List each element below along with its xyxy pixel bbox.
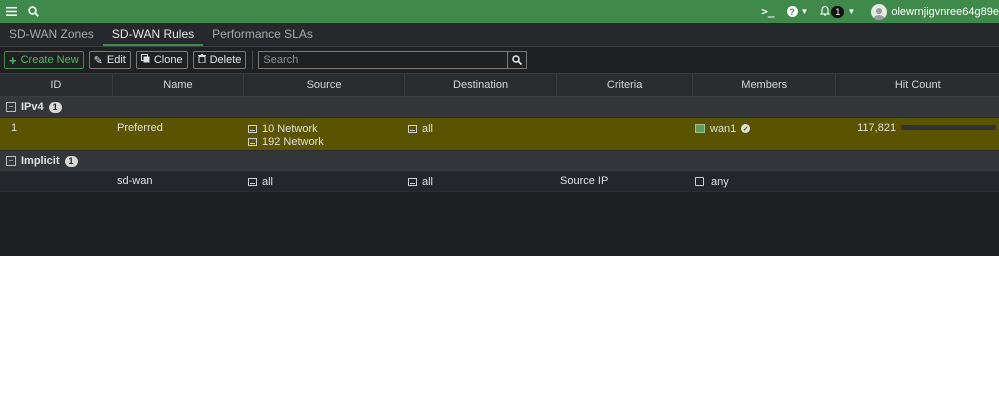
delete-button[interactable]: Delete (192, 51, 247, 69)
address-icon (408, 177, 417, 186)
edit-button[interactable]: ✎ Edit (88, 51, 131, 69)
rule-id (0, 172, 112, 191)
hit-count-container: 117,821 (838, 122, 996, 134)
group-count-badge: 1 (64, 155, 78, 167)
member-label: wan1 (710, 122, 737, 135)
check-circle-icon: ✓ (741, 124, 751, 133)
group-label: IPv4 (21, 101, 44, 113)
group-header-ipv4[interactable]: − IPv4 1 (0, 97, 999, 118)
rule-destination: all (403, 172, 555, 191)
rule-criteria: Source IP (560, 175, 609, 187)
checkbox-icon (695, 177, 704, 186)
create-new-label: Create New (20, 54, 79, 66)
interface-icon (695, 124, 705, 133)
clone-button[interactable]: Clone (135, 51, 188, 69)
source-address: all (248, 175, 403, 188)
hit-count-bar-fill (901, 125, 996, 130)
group-count-badge: 1 (48, 101, 62, 113)
column-header-name[interactable]: Name (113, 74, 245, 96)
column-header-criteria[interactable]: Criteria (557, 74, 693, 96)
sdwan-app: >_ ? ▼ 1 ▼ olewrnjigvnree64g89e SD-WAN Z… (0, 0, 999, 256)
collapse-icon[interactable]: − (6, 102, 16, 112)
address-icon (248, 137, 257, 146)
delete-label: Delete (209, 54, 242, 66)
tab-performance-slas[interactable]: Performance SLAs (203, 24, 322, 46)
chevron-down-icon: ▼ (847, 7, 856, 16)
address-icon (248, 124, 257, 133)
pencil-icon: ✎ (93, 54, 103, 67)
destination-address-label: all (422, 122, 434, 135)
column-header-id[interactable]: ID (0, 74, 113, 96)
rule-hit-count: 117,821 (833, 118, 996, 150)
rule-id: 1 (11, 122, 18, 134)
hamburger-icon[interactable] (0, 0, 22, 23)
trash-icon (197, 54, 206, 66)
source-address: 10 Network (248, 122, 403, 135)
top-bar: >_ ? ▼ 1 ▼ olewrnjigvnree64g89e (0, 0, 999, 23)
chevron-down-icon: ▼ (800, 7, 809, 16)
rule-criteria (555, 118, 690, 150)
toolbar: + Create New ✎ Edit Clone Delete (0, 47, 999, 73)
group-label: Implicit (21, 155, 60, 167)
search-icon[interactable] (22, 0, 44, 23)
member-interface: wan1 ✓ (695, 122, 833, 135)
column-header-source[interactable]: Source (244, 74, 405, 96)
source-address-label: 10 Network (262, 122, 318, 135)
notification-count-badge: 1 (831, 5, 845, 18)
column-header-members[interactable]: Members (693, 74, 837, 96)
edit-label: Edit (106, 54, 126, 66)
tab-sdwan-rules[interactable]: SD-WAN Rules (102, 24, 204, 46)
search-submit-button[interactable] (508, 51, 528, 69)
member-any: any (695, 175, 833, 188)
clone-label: Clone (153, 54, 183, 66)
rule-members: any (690, 172, 833, 191)
destination-address: all (408, 122, 555, 135)
tab-sdwan-zones[interactable]: SD-WAN Zones (0, 24, 103, 46)
cli-console-button[interactable]: >_ (761, 5, 774, 18)
rule-destination: all (403, 118, 555, 150)
tab-bar: SD-WAN Zones SD-WAN Rules Performance SL… (0, 23, 999, 47)
create-new-button[interactable]: + Create New (4, 51, 84, 69)
rule-name: sd-wan (117, 175, 153, 187)
clone-icon (140, 54, 150, 66)
help-icon: ? (786, 6, 798, 17)
column-header-hit-count[interactable]: Hit Count (836, 74, 999, 96)
help-button[interactable]: ? ▼ (786, 6, 809, 17)
table-header: ID Name Source Destination Criteria Memb… (0, 73, 999, 97)
source-address: 192 Network (248, 135, 403, 148)
search-input[interactable] (258, 51, 509, 69)
notifications-button[interactable]: 1 ▼ (820, 5, 855, 19)
bell-icon (820, 5, 831, 19)
user-menu[interactable]: olewrnjigvnree64g89e (871, 3, 999, 20)
top-bar-right: >_ ? ▼ 1 ▼ olewrnjigvnree64g89e (751, 0, 999, 23)
address-icon (408, 124, 417, 133)
rule-source: all (243, 172, 403, 191)
column-header-destination[interactable]: Destination (405, 74, 558, 96)
table-row[interactable]: sd-wan all all Source IP any (0, 172, 999, 192)
rule-source: 10 Network 192 Network (243, 118, 403, 150)
hit-count-bar (901, 125, 996, 130)
plus-icon: + (9, 52, 17, 68)
group-header-implicit[interactable]: − Implicit 1 (0, 151, 999, 172)
rule-hit-count (833, 172, 996, 191)
destination-address-label: all (422, 175, 434, 188)
username: olewrnjigvnree64g89e (891, 5, 999, 18)
source-address-label: 192 Network (262, 135, 324, 148)
destination-address: all (408, 175, 555, 188)
rule-name: Preferred (117, 122, 163, 134)
rule-members: wan1 ✓ (690, 118, 833, 150)
terminal-icon: >_ (761, 5, 775, 18)
search-box (258, 51, 528, 69)
collapse-icon[interactable]: − (6, 156, 16, 166)
toolbar-divider (252, 51, 254, 69)
source-address-label: all (262, 175, 274, 188)
address-icon (248, 177, 257, 186)
search-icon (512, 55, 523, 65)
member-label: any (711, 175, 729, 188)
table-row[interactable]: 1 Preferred 10 Network 192 Network all w… (0, 118, 999, 151)
hit-count-value: 117,821 (857, 122, 897, 134)
avatar (871, 3, 888, 20)
